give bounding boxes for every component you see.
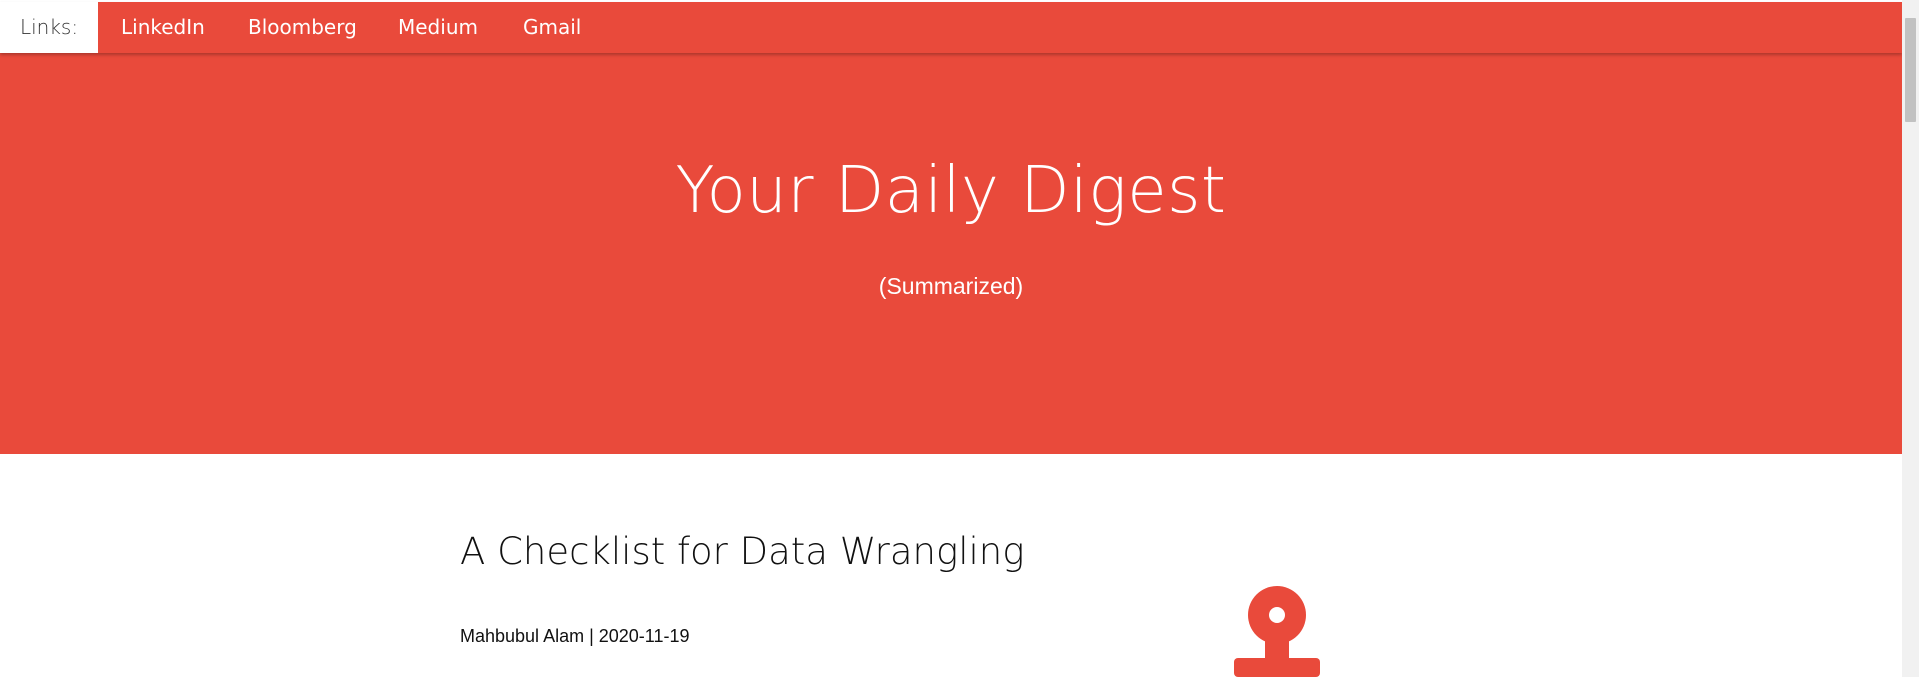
nav-link-linkedin[interactable]: LinkedIn (121, 2, 205, 53)
nav-link-medium[interactable]: Medium (398, 2, 478, 53)
article-title[interactable]: A Checklist for Data Wrangling (460, 529, 1024, 575)
article-section: A Checklist for Data Wrangling Mahbubul … (0, 454, 1902, 677)
hero-banner: Your Daily Digest (Summarized) (0, 2, 1902, 454)
page-title: Your Daily Digest (675, 154, 1227, 228)
nav-link-gmail[interactable]: Gmail (523, 2, 581, 53)
page: Your Daily Digest (Summarized) Links: Li… (0, 0, 1902, 677)
nav-links-label: Links: (0, 2, 98, 53)
page-subtitle: (Summarized) (878, 273, 1024, 299)
top-navbar: Links: LinkedIn Bloomberg Medium Gmail (0, 2, 1902, 53)
stamp-icon (1234, 586, 1320, 677)
scrollbar-thumb[interactable] (1905, 18, 1916, 122)
article-meta: Mahbubul Alam | 2020-11-19 (460, 626, 690, 646)
nav-link-bloomberg[interactable]: Bloomberg (248, 2, 357, 53)
vertical-scrollbar[interactable] (1902, 0, 1919, 677)
